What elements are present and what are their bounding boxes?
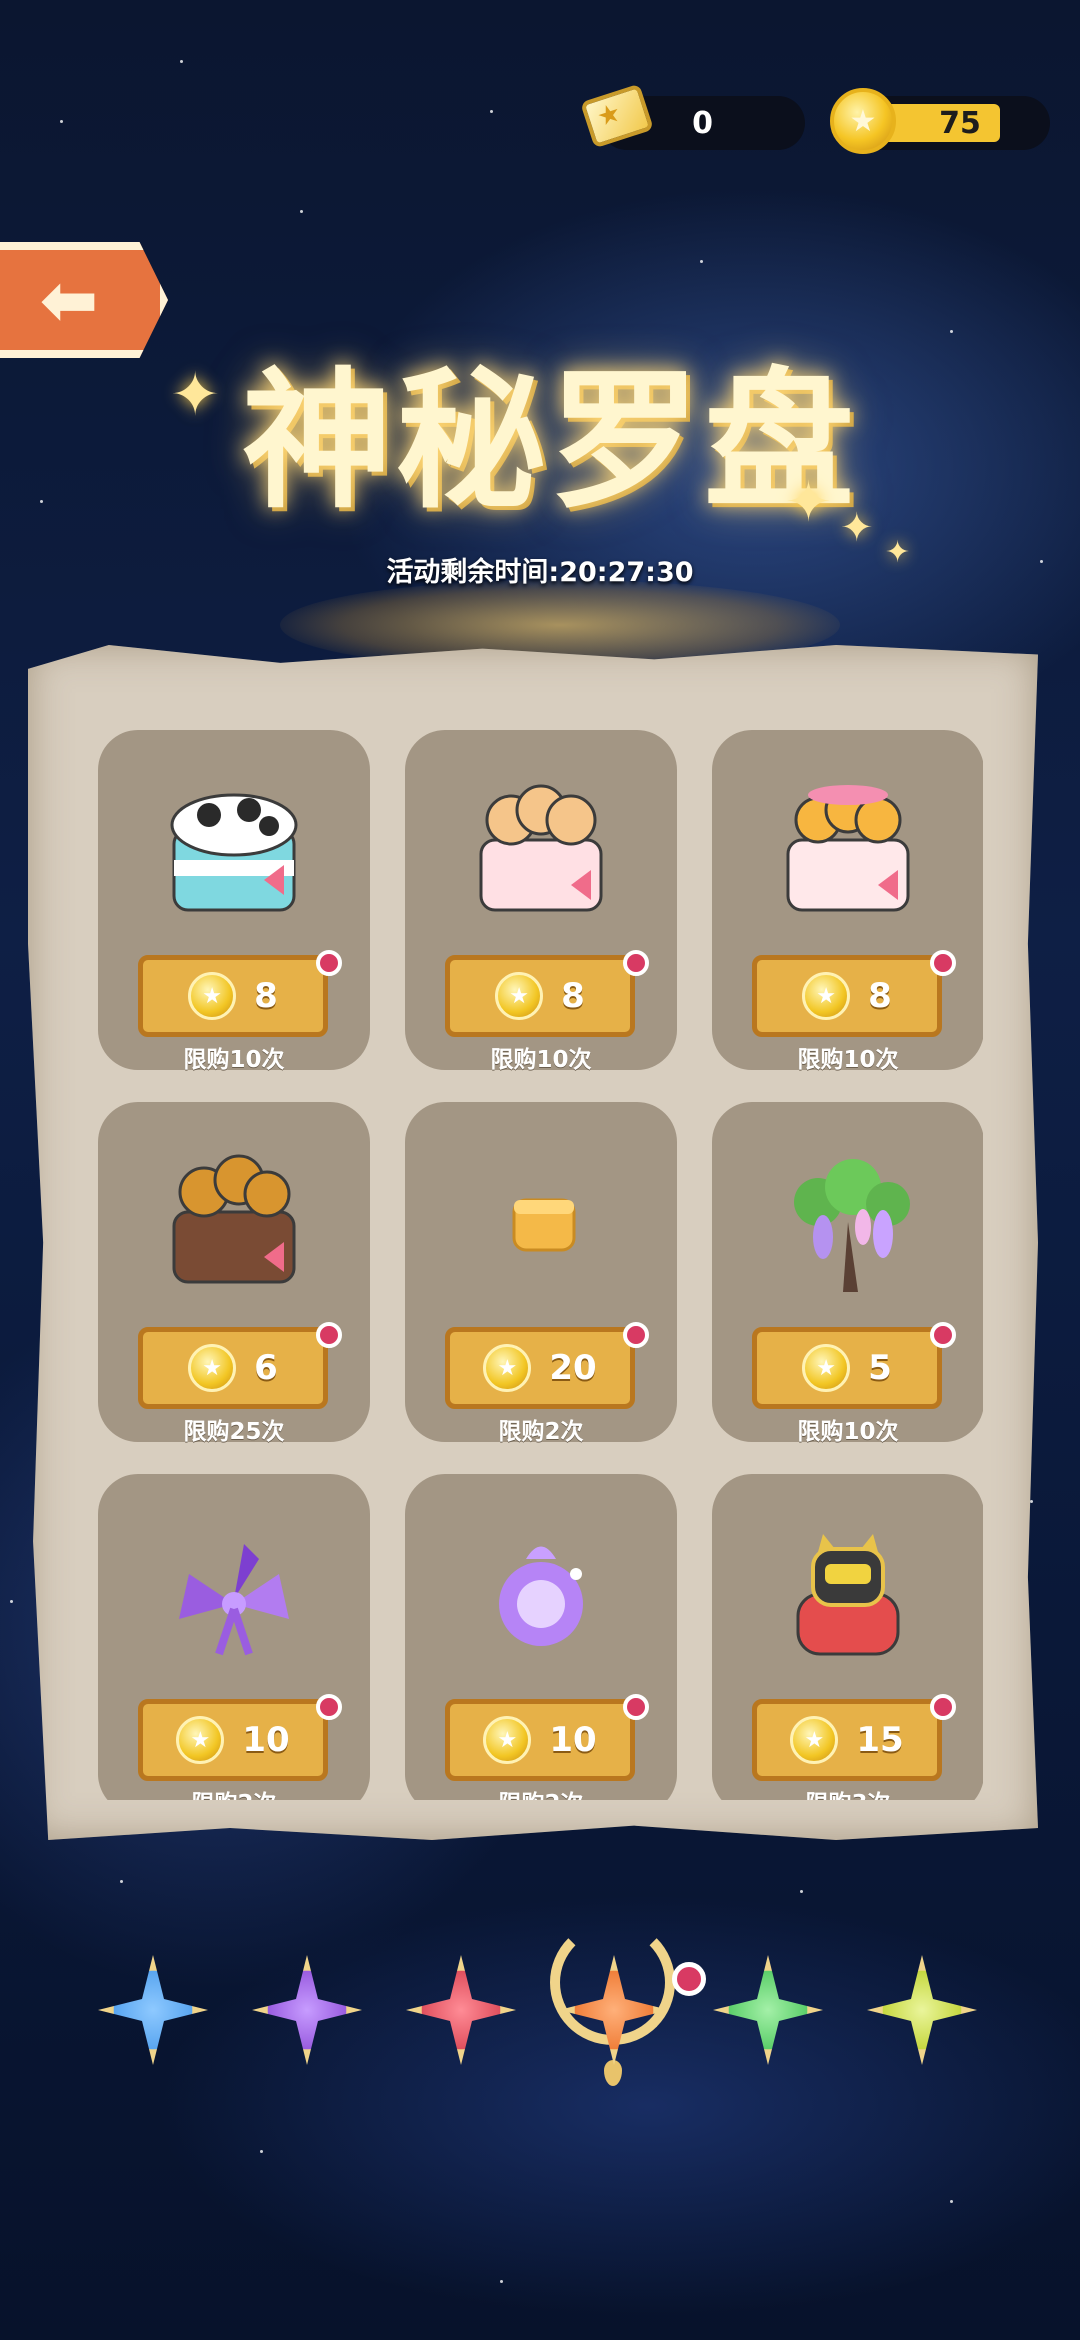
robot-cat-bag-icon: [763, 1504, 933, 1674]
shop-item[interactable]: ★ 5 限购10次: [712, 1102, 983, 1445]
item-price: 8: [561, 976, 585, 1016]
cake-cats-icon: [149, 1132, 319, 1302]
coin-counter: ★ 75: [830, 88, 1050, 154]
purchase-limit: 限购2次: [98, 1784, 370, 1800]
price-button[interactable]: ★ 8: [752, 955, 942, 1037]
price-button[interactable]: ★ 20: [445, 1327, 635, 1409]
purchase-limit: 限购2次: [498, 1419, 584, 1445]
cake-cow-icon: [149, 760, 319, 930]
notification-dot: [316, 1694, 342, 1720]
item-price: 8: [254, 976, 278, 1016]
notification-dot: [316, 950, 342, 976]
tab-lime[interactable]: [862, 1945, 982, 2075]
item-price: 5: [868, 1348, 892, 1388]
sparkle-icon: ✦: [785, 470, 832, 535]
purchase-limit: 限购10次: [490, 1047, 592, 1073]
coin-icon: ★: [188, 972, 237, 1020]
notification-dot: [623, 1322, 649, 1348]
shop-item[interactable]: ★ 8 限购10次: [712, 730, 983, 1073]
notification-dot: [623, 950, 649, 976]
event-timer: 活动剩余时间:20:27:30: [386, 557, 694, 588]
shop-item[interactable]: ★ 8 限购10次: [98, 730, 370, 1073]
coin-icon: ★: [802, 1344, 851, 1392]
shop-item[interactable]: ★ 10 限购2次: [405, 1474, 677, 1800]
price-button[interactable]: ★ 8: [138, 955, 328, 1037]
coin-icon: ★: [483, 1716, 532, 1764]
coin-icon: ★: [830, 88, 896, 154]
item-grid: ★ 8 限购10次 ★ 8 限购10次 ★ 8 限购10次 ★ 6 限购25次 …: [98, 730, 983, 1800]
coin-icon: ★: [495, 972, 544, 1020]
wisteria-tree-icon: [763, 1132, 933, 1302]
shop-item[interactable]: ★ 15 限购3次: [712, 1474, 983, 1800]
shop-item[interactable]: ★ 20 限购2次: [405, 1102, 677, 1445]
purchase-limit: 限购3次: [712, 1784, 983, 1800]
purchase-limit: 限购25次: [183, 1419, 285, 1445]
item-price: 6: [254, 1348, 278, 1388]
ticket-count: 0: [692, 105, 713, 141]
purchase-limit: 限购10次: [797, 1047, 899, 1073]
price-button[interactable]: ★ 15: [752, 1699, 942, 1781]
price-button[interactable]: ★ 10: [138, 1699, 328, 1781]
purple-star-icon: [252, 1955, 362, 2065]
cake-chicks-icon: [763, 760, 933, 930]
shop-item[interactable]: ★ 10 限购2次: [98, 1474, 370, 1800]
notification-dot: [930, 1694, 956, 1720]
tab-green[interactable]: [708, 1945, 828, 2075]
blue-star-icon: [98, 1955, 208, 2065]
back-button[interactable]: ⬅: [0, 242, 168, 358]
shop-item[interactable]: ★ 6 限购25次: [98, 1102, 370, 1445]
sparkle-icon: ✦: [170, 360, 221, 430]
price-button[interactable]: ★ 6: [138, 1327, 328, 1409]
shop-item[interactable]: ★ 8 限购10次: [405, 730, 677, 1073]
price-button[interactable]: ★ 8: [445, 955, 635, 1037]
back-arrow-icon: ⬅: [39, 259, 99, 341]
item-price: 20: [549, 1348, 597, 1388]
notification-dot: [316, 1322, 342, 1348]
price-button[interactable]: ★ 5: [752, 1327, 942, 1409]
coin-icon: ★: [802, 972, 851, 1020]
notification-dot: [930, 950, 956, 976]
coin-count: 75: [939, 105, 981, 141]
coin-icon: ★: [790, 1716, 839, 1764]
ticket-counter: 0: [580, 83, 805, 150]
purchase-limit: 限购10次: [797, 1419, 899, 1445]
cake-girls-icon: [456, 760, 626, 930]
purple-bow-icon: [149, 1504, 319, 1674]
coin-icon: ★: [188, 1344, 237, 1392]
notification-dot: [930, 1322, 956, 1348]
item-price: 8: [868, 976, 892, 1016]
coin-icon: ★: [483, 1344, 532, 1392]
purple-orb-icon: [456, 1504, 626, 1674]
item-price: 15: [856, 1720, 904, 1760]
green-star-icon: [713, 1955, 823, 2065]
price-button[interactable]: ★ 10: [445, 1699, 635, 1781]
orange-star-icon: [559, 1955, 669, 2065]
lime-star-icon: [867, 1955, 977, 2065]
purchase-limit: 限购10次: [183, 1047, 285, 1073]
notification-dot: [623, 1694, 649, 1720]
red-star-icon: [406, 1955, 516, 2065]
coin-icon: ★: [176, 1716, 225, 1764]
sparkle-icon: ✦: [840, 505, 874, 551]
tab-purple[interactable]: [247, 1945, 367, 2075]
item-price: 10: [549, 1720, 597, 1760]
item-price: 10: [242, 1720, 290, 1760]
tab-red[interactable]: [401, 1945, 521, 2075]
bread-icon: [456, 1132, 626, 1302]
tab-blue[interactable]: [93, 1945, 213, 2075]
tab-orange[interactable]: [554, 1945, 674, 2075]
purchase-limit: 限购2次: [405, 1784, 677, 1800]
tab-notification-dot: [672, 1962, 706, 1996]
